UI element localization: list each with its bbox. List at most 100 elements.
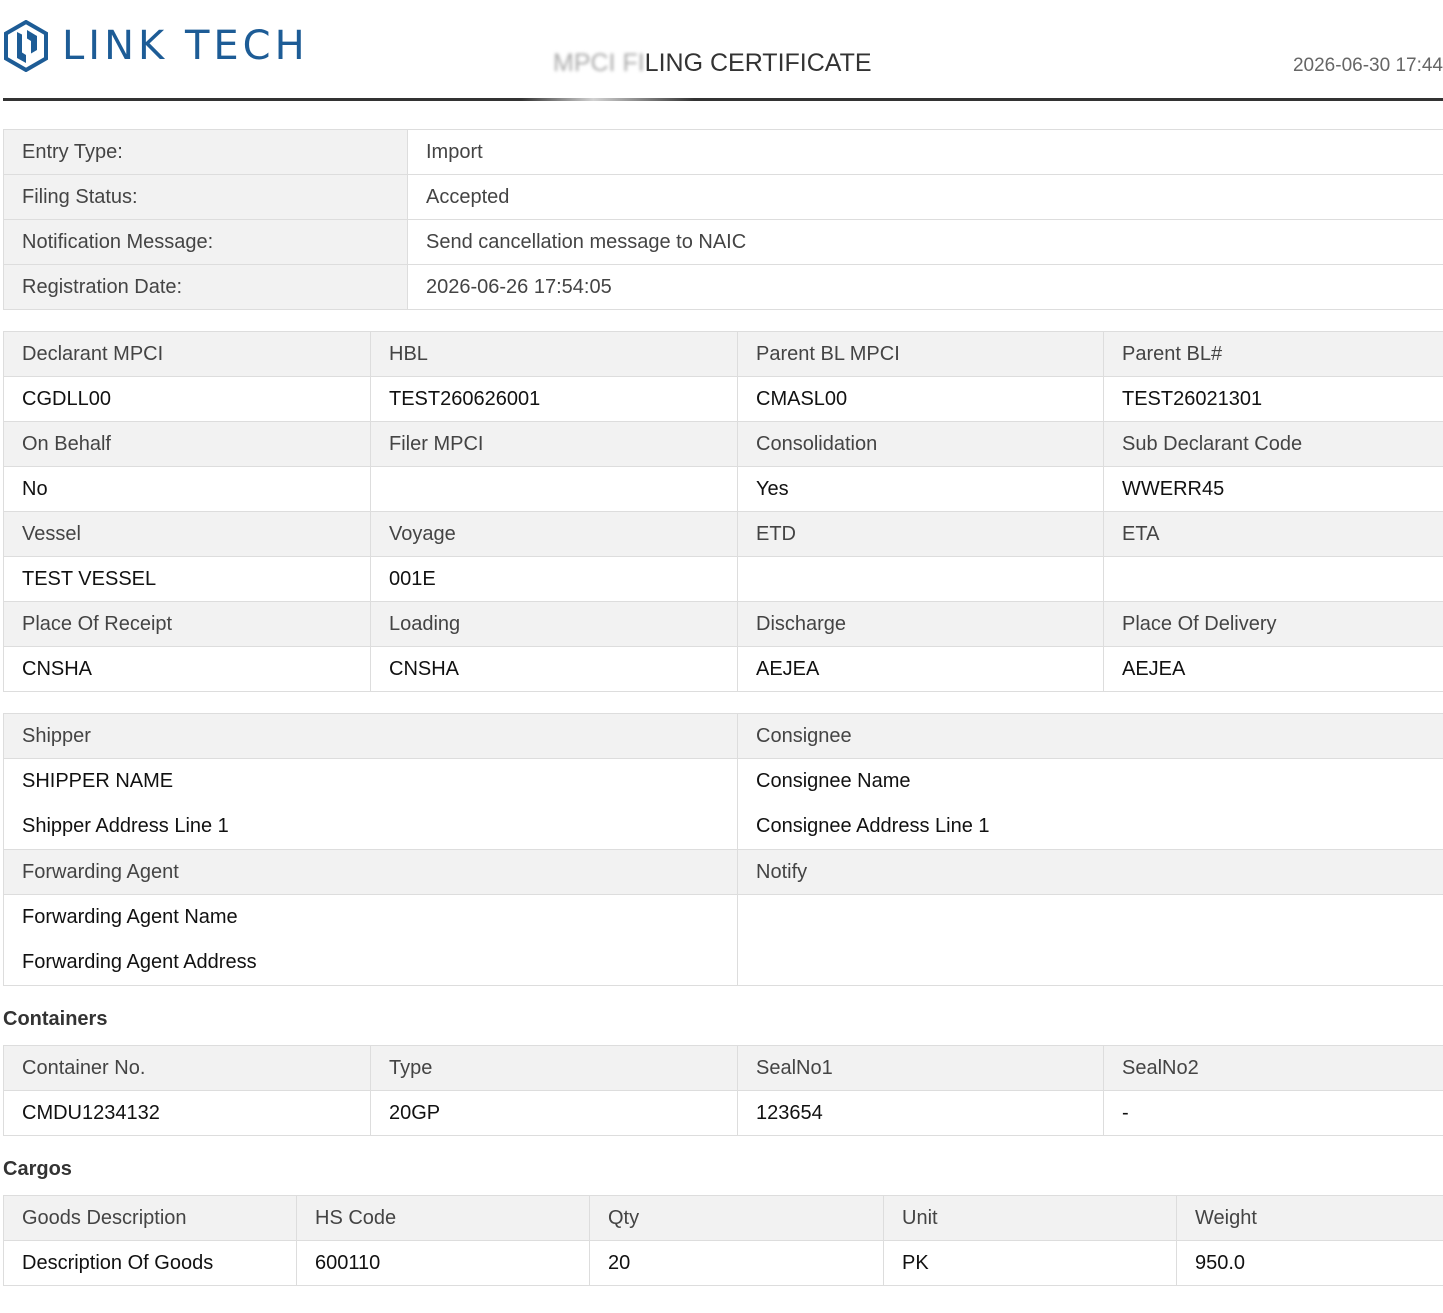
declarant-mpci-value: CGDLL00	[3, 376, 371, 422]
entry-info-row: Entry Type: Import	[3, 129, 1443, 175]
forwarding-agent-address: Forwarding Agent Address	[22, 951, 257, 973]
loading-label: Loading	[370, 601, 738, 647]
goods-description-header: Goods Description	[3, 1195, 297, 1241]
containers-header-row: Container No. Type SealNo1 SealNo2	[3, 1045, 1443, 1091]
eta-value	[1103, 556, 1443, 602]
seal-no1-cell: 123654	[737, 1090, 1104, 1136]
notify-details	[737, 894, 1443, 986]
consignee-details: Consignee Name Consignee Address Line 1	[737, 758, 1443, 850]
container-type-header: Type	[370, 1045, 738, 1091]
parent-bl-mpci-label: Parent BL MPCI	[737, 331, 1104, 377]
hbl-value: TEST260626001	[370, 376, 738, 422]
parent-bl-number-value: TEST26021301	[1103, 376, 1443, 422]
filing-status-value: Accepted	[407, 174, 1443, 220]
declarant-mpci-label: Declarant MPCI	[3, 331, 371, 377]
consolidation-value: Yes	[737, 466, 1104, 512]
cargos-table: Goods Description HS Code Qty Unit Weigh…	[3, 1195, 1443, 1286]
container-no-header: Container No.	[3, 1045, 371, 1091]
filer-mpci-label: Filer MPCI	[370, 421, 738, 467]
filer-mpci-value	[370, 466, 738, 512]
cargos-section-title: Cargos	[3, 1158, 72, 1180]
container-type-cell: 20GP	[370, 1090, 738, 1136]
certificate-header: LINK TECH MPCI FILING CERTIFICATE 2026-0…	[3, 0, 1443, 101]
document-title: MPCI FILING CERTIFICATE	[553, 48, 872, 78]
parties-table: Shipper Consignee SHIPPER NAME Shipper A…	[3, 713, 1443, 986]
shipper-address: Shipper Address Line 1	[22, 815, 229, 837]
details-value-row: CNSHA CNSHA AEJEA AEJEA	[3, 646, 1443, 692]
notification-message-label: Notification Message:	[3, 219, 408, 265]
shipper-details: SHIPPER NAME Shipper Address Line 1	[3, 758, 738, 850]
details-header-row: On Behalf Filer MPCI Consolidation Sub D…	[3, 421, 1443, 467]
parent-bl-mpci-value: CMASL00	[737, 376, 1104, 422]
forwarding-agent-label: Forwarding Agent	[3, 849, 738, 895]
hs-code-cell: 600110	[296, 1240, 590, 1286]
parties-value-row: SHIPPER NAME Shipper Address Line 1 Cons…	[3, 758, 1443, 850]
consolidation-label: Consolidation	[737, 421, 1104, 467]
shipment-details-table: Declarant MPCI HBL Parent BL MPCI Parent…	[3, 331, 1443, 692]
table-row: Description Of Goods 600110 20 PK 950.0	[3, 1240, 1443, 1286]
link-tech-logo-icon	[4, 20, 48, 72]
consignee-name: Consignee Name	[756, 770, 911, 792]
etd-value	[737, 556, 1104, 602]
notify-label: Notify	[737, 849, 1443, 895]
entry-type-label: Entry Type:	[3, 129, 408, 175]
voyage-value: 001E	[370, 556, 738, 602]
document-title-text: LING CERTIFICATE	[644, 49, 872, 77]
weight-cell: 950.0	[1176, 1240, 1443, 1286]
seal-no2-cell: -	[1103, 1090, 1443, 1136]
entry-info-row: Filing Status: Accepted	[3, 174, 1443, 220]
hbl-label: HBL	[370, 331, 738, 377]
print-date: 2026-06-30 17:44	[1292, 55, 1443, 76]
details-header-row: Place Of Receipt Loading Discharge Place…	[3, 601, 1443, 647]
loading-value: CNSHA	[370, 646, 738, 692]
logo-text: LINK TECH	[62, 23, 309, 69]
details-header-row: Vessel Voyage ETD ETA	[3, 511, 1443, 557]
parties-header-row: Shipper Consignee	[3, 713, 1443, 759]
voyage-label: Voyage	[370, 511, 738, 557]
details-value-row: CGDLL00 TEST260626001 CMASL00 TEST260213…	[3, 376, 1443, 422]
entry-info-table: Entry Type: Import Filing Status: Accept…	[3, 129, 1443, 310]
details-value-row: No Yes WWERR45	[3, 466, 1443, 512]
place-of-receipt-label: Place Of Receipt	[3, 601, 371, 647]
qty-cell: 20	[589, 1240, 884, 1286]
registration-date-label: Registration Date:	[3, 264, 408, 310]
sub-declarant-code-value: WWERR45	[1103, 466, 1443, 512]
consignee-address: Consignee Address Line 1	[756, 815, 990, 837]
containers-table: Container No. Type SealNo1 SealNo2 CMDU1…	[3, 1045, 1443, 1136]
details-header-row: Declarant MPCI HBL Parent BL MPCI Parent…	[3, 331, 1443, 377]
document-title-blurred: MPCI FI	[553, 49, 645, 77]
seal-no2-header: SealNo2	[1103, 1045, 1443, 1091]
filing-status-label: Filing Status:	[3, 174, 408, 220]
goods-description-cell: Description Of Goods	[3, 1240, 297, 1286]
notification-message-value: Send cancellation message to NAIC	[407, 219, 1443, 265]
unit-cell: PK	[883, 1240, 1177, 1286]
place-of-delivery-label: Place Of Delivery	[1103, 601, 1443, 647]
shipper-label: Shipper	[3, 713, 738, 759]
place-of-delivery-value: AEJEA	[1103, 646, 1443, 692]
discharge-label: Discharge	[737, 601, 1104, 647]
etd-label: ETD	[737, 511, 1104, 557]
discharge-value: AEJEA	[737, 646, 1104, 692]
certificate-page: LINK TECH MPCI FILING CERTIFICATE 2026-0…	[3, 0, 1443, 1286]
seal-no1-header: SealNo1	[737, 1045, 1104, 1091]
consignee-label: Consignee	[737, 713, 1443, 759]
forwarding-agent-details: Forwarding Agent Name Forwarding Agent A…	[3, 894, 738, 986]
weight-header: Weight	[1176, 1195, 1443, 1241]
entry-info-row: Notification Message: Send cancellation …	[3, 219, 1443, 265]
on-behalf-label: On Behalf	[3, 421, 371, 467]
container-no-cell: CMDU1234132	[3, 1090, 371, 1136]
cargos-header-row: Goods Description HS Code Qty Unit Weigh…	[3, 1195, 1443, 1241]
place-of-receipt-value: CNSHA	[3, 646, 371, 692]
shipper-name: SHIPPER NAME	[22, 770, 174, 792]
entry-type-value: Import	[407, 129, 1443, 175]
registration-date-value: 2026-06-26 17:54:05	[407, 264, 1443, 310]
vessel-label: Vessel	[3, 511, 371, 557]
eta-label: ETA	[1103, 511, 1443, 557]
details-value-row: TEST VESSEL 001E	[3, 556, 1443, 602]
company-logo: LINK TECH	[3, 20, 309, 72]
parties-value-row: Forwarding Agent Name Forwarding Agent A…	[3, 894, 1443, 986]
qty-header: Qty	[589, 1195, 884, 1241]
containers-section-title: Containers	[3, 1008, 108, 1030]
header-divider	[3, 98, 1443, 101]
parties-header-row: Forwarding Agent Notify	[3, 849, 1443, 895]
